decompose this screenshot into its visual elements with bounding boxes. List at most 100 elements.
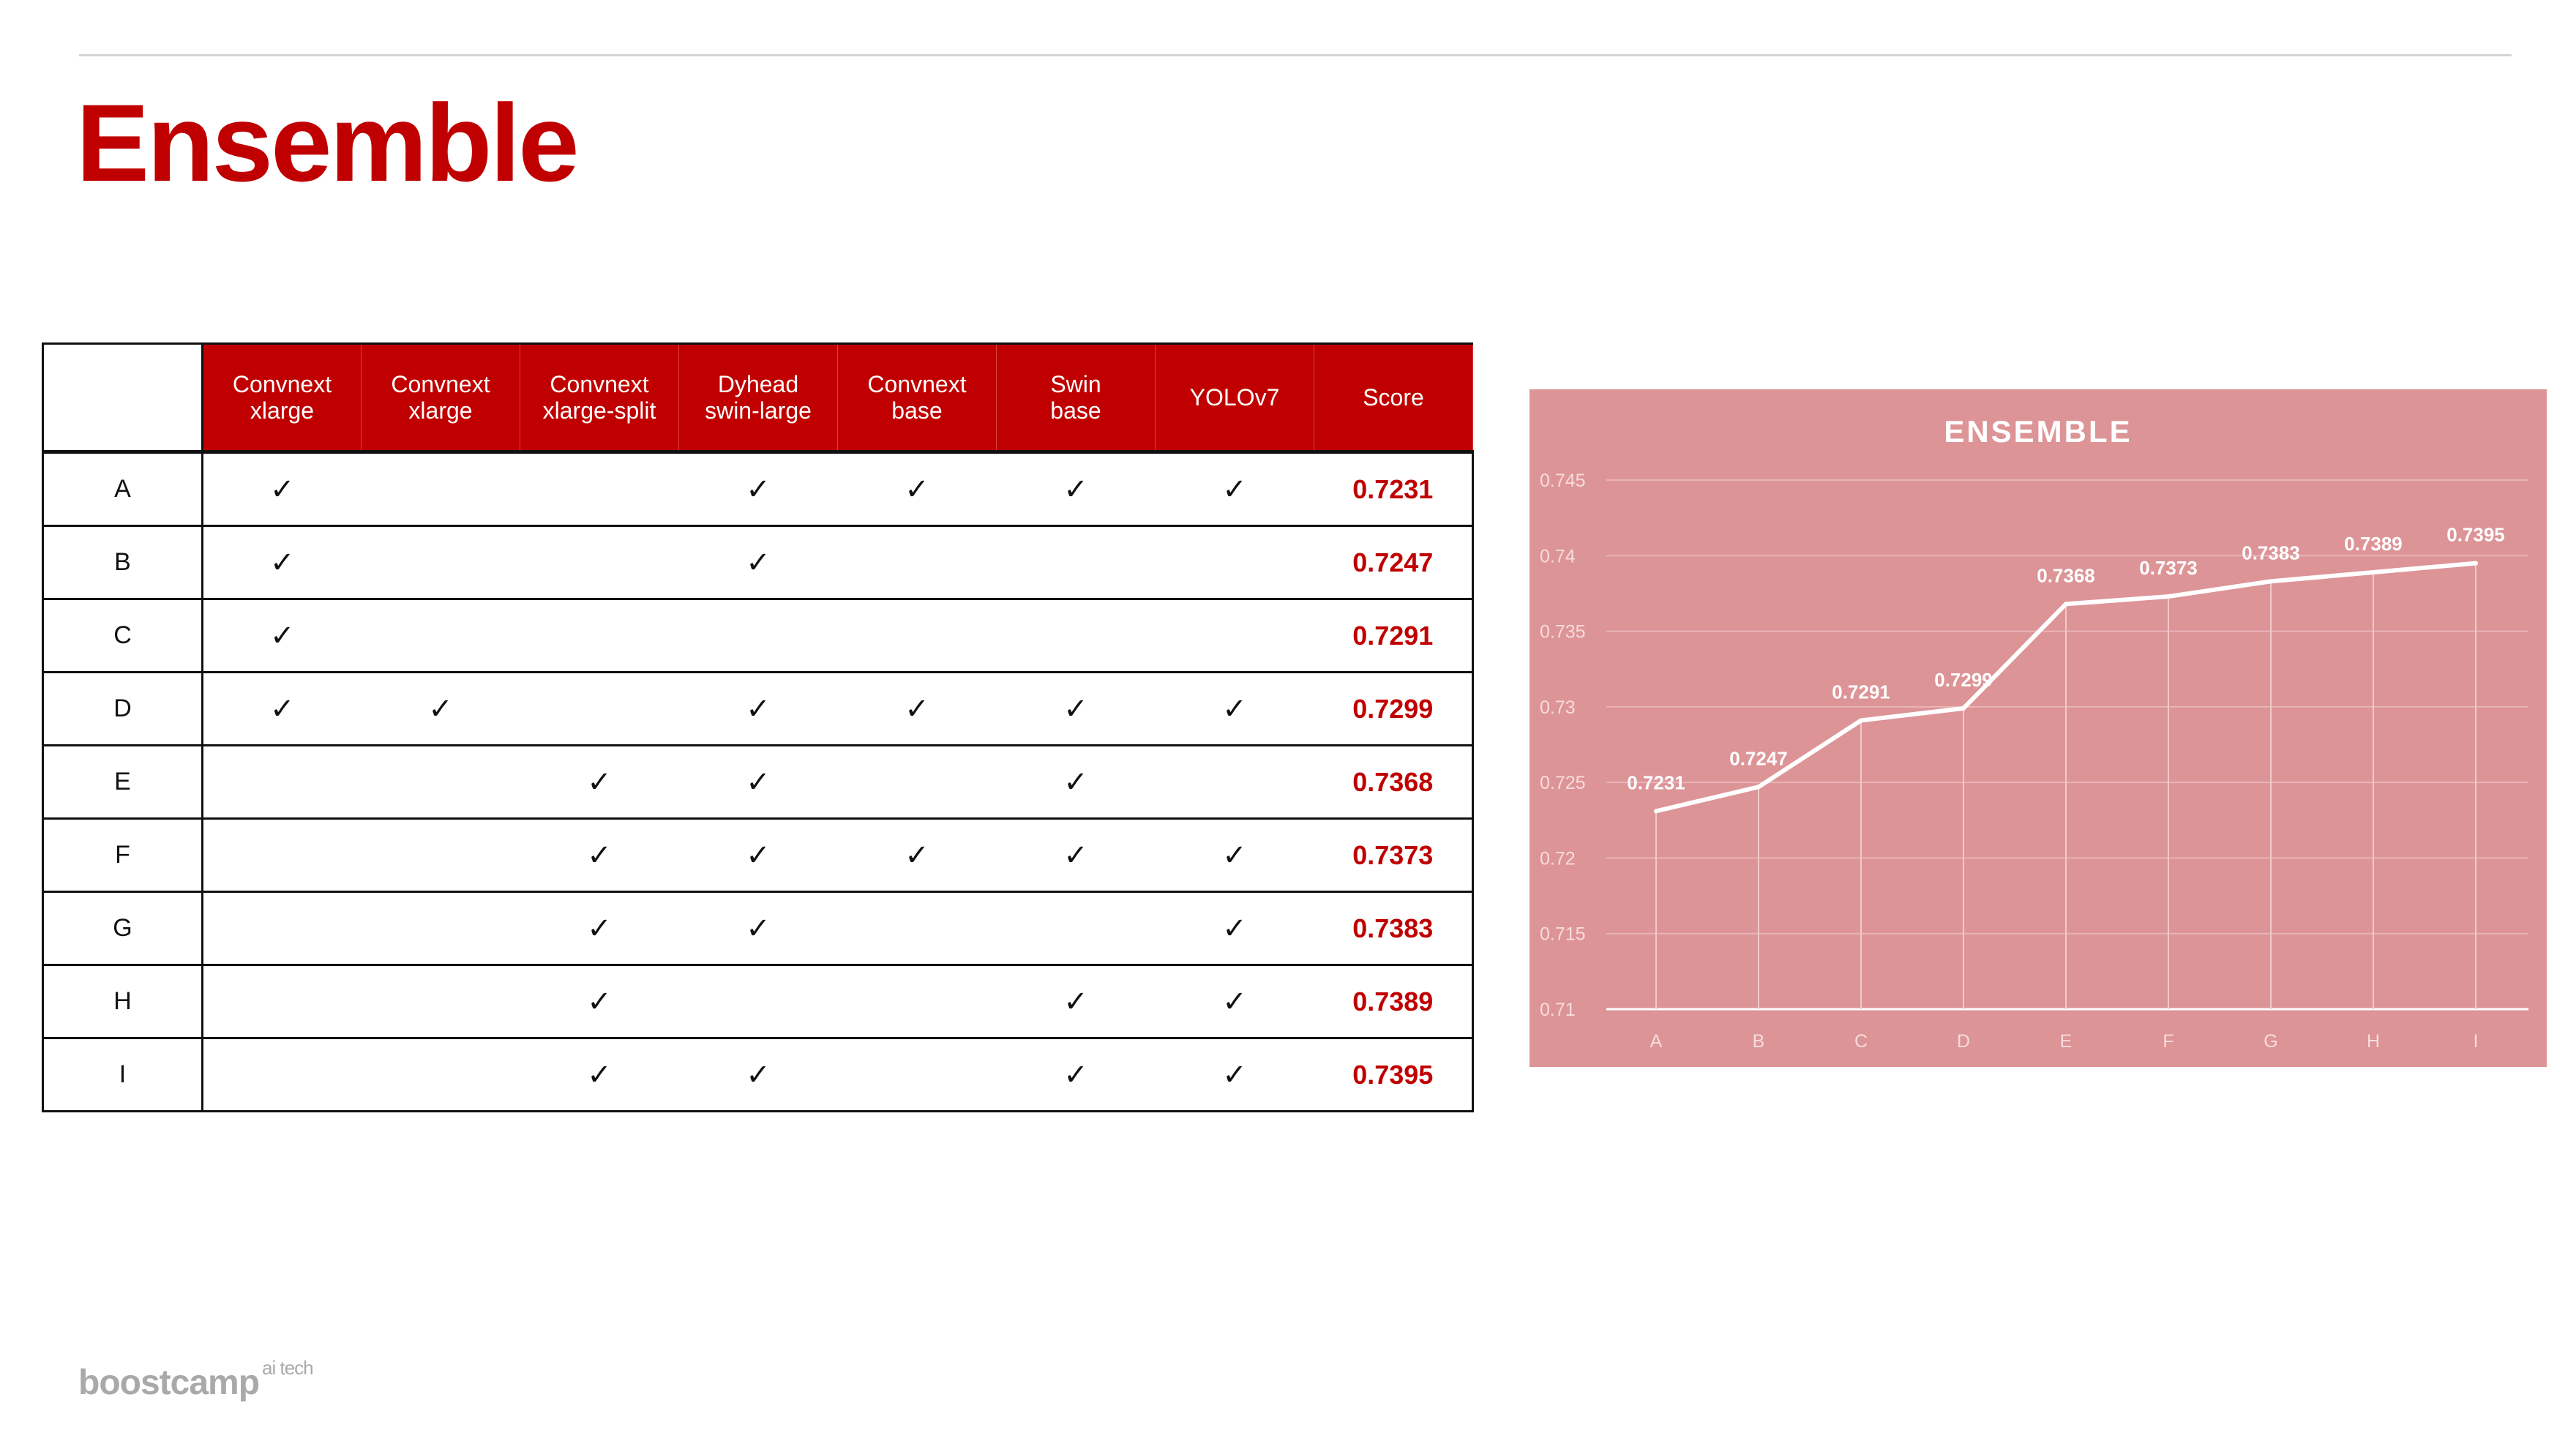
empty-cell [678, 964, 838, 1039]
row-label: D [42, 671, 203, 746]
column-header-line: YOLOv7 [1189, 384, 1280, 411]
x-tick-label: G [2264, 1031, 2277, 1052]
boostcamp-logo: boostcamp ai tech [78, 1357, 314, 1403]
y-tick-label: 0.725 [1540, 773, 1586, 793]
check-icon: ✓ [996, 964, 1156, 1039]
x-tick-label: D [1957, 1031, 1970, 1052]
table-row: G ✓ ✓ ✓ 0.7383 [42, 891, 1474, 966]
check-icon: ✓ [1155, 891, 1314, 966]
check-icon: ✓ [678, 891, 838, 966]
column-header-convnext-base: Convnext base [837, 342, 997, 454]
empty-cell [996, 525, 1156, 600]
check-icon: ✓ [837, 451, 997, 527]
ensemble-chart-svg: ENSEMBLE 0.71 0.715 0.72 0.725 0.73 0.735 0.74 0… [1530, 389, 2547, 1067]
score-cell: 0.7231 [1314, 451, 1474, 527]
y-tick-label: 0.715 [1540, 924, 1586, 945]
empty-cell [361, 891, 520, 966]
data-point [2371, 570, 2375, 575]
empty-cell [1155, 598, 1314, 673]
check-icon: ✓ [202, 671, 362, 746]
data-label: 0.7373 [2139, 557, 2198, 579]
column-header-line: xlarge [408, 397, 473, 424]
data-point [2474, 561, 2478, 566]
page-title: Ensemble [76, 81, 580, 204]
check-icon: ✓ [1155, 451, 1314, 527]
data-point [1654, 809, 1658, 814]
check-icon: ✓ [202, 598, 362, 673]
empty-cell [361, 964, 520, 1039]
check-icon: ✓ [520, 964, 679, 1039]
empty-cell [520, 598, 679, 673]
check-icon: ✓ [678, 817, 838, 893]
column-header-line: base [891, 397, 943, 424]
empty-cell [1155, 744, 1314, 820]
empty-cell [202, 964, 362, 1039]
row-label: C [42, 598, 203, 673]
empty-cell [361, 598, 520, 673]
score-cell: 0.7247 [1314, 525, 1474, 600]
y-tick-label: 0.71 [1540, 1000, 1576, 1020]
check-icon: ✓ [520, 817, 679, 893]
row-label: G [42, 891, 203, 966]
check-icon: ✓ [202, 451, 362, 527]
table-header-row: Convnext xlarge Convnext xlarge Convnext xlar… [42, 342, 1473, 454]
logo-text: boostcamp [78, 1363, 260, 1402]
check-icon: ✓ [837, 817, 997, 893]
column-header-line: Dyhead [717, 371, 799, 397]
column-header-line: base [1050, 397, 1101, 424]
column-header-line: xlarge [250, 397, 315, 424]
column-header-line: Convnext [550, 371, 649, 397]
data-point [1859, 718, 1863, 723]
check-icon: ✓ [678, 451, 838, 527]
empty-cell [202, 891, 362, 966]
empty-cell [1155, 525, 1314, 600]
check-icon: ✓ [996, 744, 1156, 820]
x-tick-label: E [2060, 1031, 2073, 1052]
column-header-convnext-xlarge: Convnext xlarge [202, 342, 362, 454]
data-label: 0.7389 [2344, 533, 2403, 555]
check-icon: ✓ [1155, 1037, 1314, 1112]
x-tick-label: F [2163, 1031, 2174, 1052]
data-point [2269, 579, 2273, 584]
score-cell: 0.7299 [1314, 671, 1474, 746]
check-icon: ✓ [678, 525, 838, 600]
ensemble-chart: ENSEMBLE 0.71 0.715 0.72 0.725 0.73 0.735 0.74 0… [1530, 389, 2547, 1067]
row-label: F [42, 817, 203, 893]
table-row: E ✓ ✓ ✓ 0.7368 [42, 744, 1474, 820]
data-point [1756, 785, 1761, 790]
y-tick-label: 0.73 [1540, 697, 1576, 718]
check-icon: ✓ [996, 451, 1156, 527]
table-body: A ✓ ✓ ✓ ✓ ✓ 0.7231 B ✓ ✓ 0.7247 C ✓ 0.7291 D ✓ ✓ ✓ ✓ ✓ ✓ 0.72… [42, 451, 1474, 1112]
check-icon: ✓ [520, 1037, 679, 1112]
table-row: I ✓ ✓ ✓ ✓ 0.7395 [42, 1037, 1474, 1112]
check-icon: ✓ [678, 744, 838, 820]
empty-cell [837, 525, 997, 600]
check-icon: ✓ [678, 671, 838, 746]
x-tick-label: H [2367, 1031, 2380, 1052]
empty-cell [520, 525, 679, 600]
column-header-line: Convnext [867, 371, 967, 397]
x-tick-label: A [1650, 1031, 1663, 1052]
empty-cell [996, 598, 1156, 673]
column-header-convnext-xlarge: Convnext xlarge [361, 342, 520, 454]
column-header-line: Swin [1050, 371, 1101, 397]
check-icon: ✓ [678, 1037, 838, 1112]
empty-cell [678, 598, 838, 673]
empty-cell [202, 1037, 362, 1112]
empty-cell [361, 817, 520, 893]
empty-cell [361, 744, 520, 820]
column-header-line: Score [1363, 384, 1424, 411]
empty-cell [361, 1037, 520, 1112]
data-label: 0.7383 [2242, 542, 2300, 564]
data-label: 0.7395 [2446, 524, 2505, 546]
y-tick-label: 0.72 [1540, 848, 1576, 869]
column-header-convnext-xlarge-split: Convnext xlarge-split [520, 342, 679, 454]
check-icon: ✓ [202, 525, 362, 600]
check-icon: ✓ [1155, 964, 1314, 1039]
empty-cell [520, 671, 679, 746]
check-icon: ✓ [837, 671, 997, 746]
data-point [2166, 594, 2171, 599]
column-header-yolov7: YOLOv7 [1155, 342, 1314, 454]
check-icon: ✓ [996, 671, 1156, 746]
data-label: 0.7291 [1832, 681, 1890, 703]
